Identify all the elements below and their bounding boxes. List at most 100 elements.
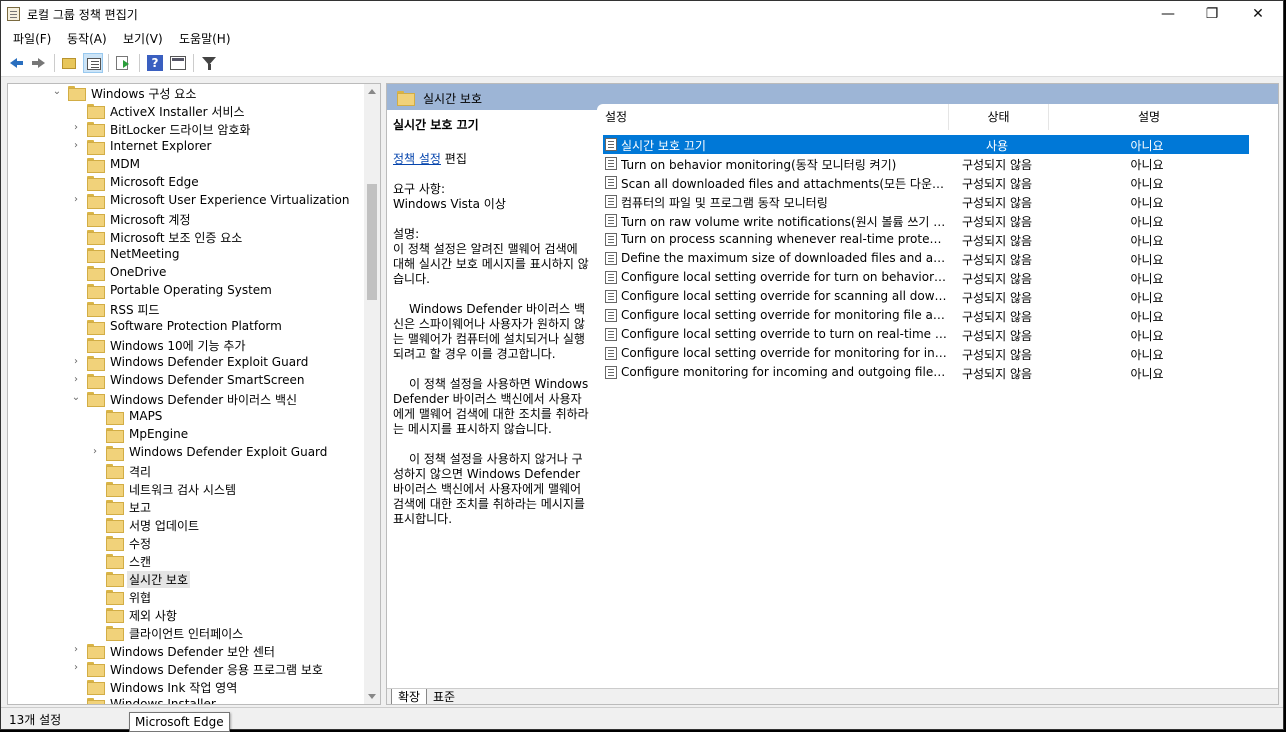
up-folder-icon[interactable] bbox=[59, 53, 79, 73]
folder-icon bbox=[87, 212, 105, 227]
policy-setting-name: Turn on behavior monitoring(동작 모니터링 켜기) bbox=[621, 158, 897, 172]
tree-item-label: Windows Installer bbox=[110, 697, 216, 705]
expand-chevron-icon[interactable]: › bbox=[71, 663, 81, 673]
folder-icon bbox=[87, 302, 105, 317]
expand-chevron-icon[interactable]: › bbox=[90, 447, 100, 457]
policy-state: 구성되지 않음 bbox=[961, 291, 1033, 305]
policy-row[interactable]: Turn on raw volume write notifications(원… bbox=[603, 211, 1249, 230]
close-button[interactable]: ✕ bbox=[1235, 1, 1281, 27]
folder-icon bbox=[106, 590, 124, 605]
tab-standard[interactable]: 표준 bbox=[427, 689, 461, 704]
policy-row[interactable]: Turn on process scanning whenever real-t… bbox=[603, 230, 1249, 249]
folder-icon bbox=[87, 266, 105, 281]
tree-item-label: Windows Defender SmartScreen bbox=[110, 373, 305, 387]
column-header-comment[interactable]: 설명 bbox=[1049, 104, 1249, 130]
tree-item-label: 클라이언트 인터페이스 bbox=[129, 627, 244, 641]
folder-icon bbox=[87, 176, 105, 191]
policy-setting-icon bbox=[605, 195, 617, 208]
folder-icon bbox=[106, 554, 124, 569]
policy-row[interactable]: Configure local setting override for tur… bbox=[603, 268, 1249, 287]
tree-item-label: Windows Defender Exploit Guard bbox=[110, 355, 309, 369]
policy-row[interactable]: Configure local setting override to turn… bbox=[603, 325, 1249, 344]
policy-row[interactable]: Configure local setting override for mon… bbox=[603, 306, 1249, 325]
folder-icon bbox=[106, 536, 124, 551]
export-list-icon[interactable] bbox=[113, 53, 133, 73]
expand-chevron-icon[interactable]: › bbox=[71, 195, 81, 205]
policy-state: 구성되지 않음 bbox=[961, 234, 1033, 248]
expand-chevron-icon[interactable]: › bbox=[71, 141, 81, 151]
tree-item-label: Windows 10에 기능 추가 bbox=[110, 339, 246, 353]
app-window: 로컬 그룹 정책 편집기 — ❐ ✕ 파일(F) 동작(A) 보기(V) 도움말… bbox=[0, 0, 1284, 732]
policy-comment: 아니요 bbox=[1130, 215, 1164, 229]
policy-state: 사용 bbox=[985, 139, 1009, 153]
policy-setting-icon bbox=[605, 366, 617, 379]
expand-chevron-icon[interactable]: › bbox=[71, 645, 81, 655]
console-icon[interactable] bbox=[168, 53, 188, 73]
menu-file[interactable]: 파일(F) bbox=[13, 30, 51, 47]
maximize-button[interactable]: ❐ bbox=[1189, 1, 1235, 27]
policy-setting-icon bbox=[605, 157, 617, 170]
policy-row[interactable]: Configure local setting override for sca… bbox=[603, 287, 1249, 306]
filter-icon[interactable] bbox=[199, 53, 219, 73]
policy-row[interactable]: Turn on behavior monitoring(동작 모니터링 켜기) 구… bbox=[603, 154, 1249, 173]
policy-row[interactable]: 컴퓨터의 파일 및 프로그램 동작 모니터링 구성되지 않음 아니요 bbox=[603, 192, 1249, 211]
column-header-state[interactable]: 상태 bbox=[949, 104, 1049, 130]
policy-setting-name: Scan all downloaded files and attachment… bbox=[621, 177, 947, 191]
scroll-up-icon[interactable] bbox=[368, 89, 376, 94]
help-icon[interactable]: ? bbox=[145, 53, 165, 73]
tree-item-label: Portable Operating System bbox=[110, 283, 272, 297]
menu-view[interactable]: 보기(V) bbox=[123, 30, 163, 47]
tab-extended[interactable]: 확장 bbox=[391, 689, 428, 704]
policy-setting-name: Configure local setting override for mon… bbox=[621, 346, 947, 360]
forward-icon[interactable] bbox=[29, 53, 49, 73]
policy-row[interactable]: Scan all downloaded files and attachment… bbox=[603, 173, 1249, 192]
policy-setting-icon bbox=[605, 347, 617, 360]
tree-scrollbar[interactable] bbox=[364, 84, 380, 704]
expand-chevron-icon[interactable]: › bbox=[71, 123, 81, 133]
policy-setting-name: Configure monitoring for incoming and ou… bbox=[621, 365, 947, 379]
folder-icon bbox=[106, 626, 124, 641]
menu-help[interactable]: 도움말(H) bbox=[179, 30, 231, 47]
folder-icon bbox=[87, 140, 105, 155]
policy-row[interactable]: 실시간 보호 끄기 사용 아니요 bbox=[603, 135, 1249, 154]
folder-icon bbox=[87, 680, 105, 695]
collapse-chevron-icon[interactable]: ⌄ bbox=[71, 393, 81, 403]
menu-action[interactable]: 동작(A) bbox=[67, 30, 107, 47]
tree-item-label: MAPS bbox=[129, 409, 163, 423]
policy-row[interactable]: Configure local setting override for mon… bbox=[603, 344, 1249, 363]
back-icon[interactable] bbox=[7, 53, 27, 73]
folder-icon bbox=[87, 122, 105, 137]
requirements-value: Windows Vista 이상 bbox=[393, 197, 506, 211]
minimize-button[interactable]: — bbox=[1145, 1, 1191, 27]
column-header-setting[interactable]: 설정 bbox=[605, 104, 949, 130]
policy-row[interactable]: Define the maximum size of downloaded fi… bbox=[603, 249, 1249, 268]
scroll-thumb[interactable] bbox=[367, 184, 377, 300]
edit-policy-link[interactable]: 정책 설정 bbox=[393, 152, 441, 166]
policy-editor-icon bbox=[7, 7, 20, 21]
policy-row[interactable]: Configure monitoring for incoming and ou… bbox=[603, 363, 1249, 382]
expand-chevron-icon[interactable]: › bbox=[71, 357, 81, 367]
details-pane: 실시간 보호 실시간 보호 끄기 정책 설정 편집 요구 사항: Windows… bbox=[386, 83, 1279, 705]
tree-pane[interactable]: ⌄ Windows 구성 요소 ActiveX Installer 서비스 › BitL… bbox=[7, 83, 381, 705]
collapse-chevron-icon[interactable]: ⌄ bbox=[52, 87, 62, 97]
folder-icon bbox=[106, 500, 124, 515]
show-hide-tree-icon[interactable] bbox=[83, 53, 103, 73]
tree-item-label: 격리 bbox=[129, 465, 152, 479]
policy-setting-name: Turn on raw volume write notifications(원… bbox=[621, 215, 947, 229]
expand-chevron-icon[interactable]: › bbox=[71, 375, 81, 385]
tree-item-label: RSS 피드 bbox=[110, 303, 160, 317]
tree-item-label: BitLocker 드라이브 암호화 bbox=[110, 123, 251, 137]
policy-comment: 아니요 bbox=[1130, 253, 1164, 267]
scroll-down-icon[interactable] bbox=[368, 694, 376, 699]
tree-item-label: Windows 구성 요소 bbox=[91, 87, 197, 101]
tree-item-label: NetMeeting bbox=[110, 247, 180, 261]
policy-comment: 아니요 bbox=[1130, 329, 1164, 343]
